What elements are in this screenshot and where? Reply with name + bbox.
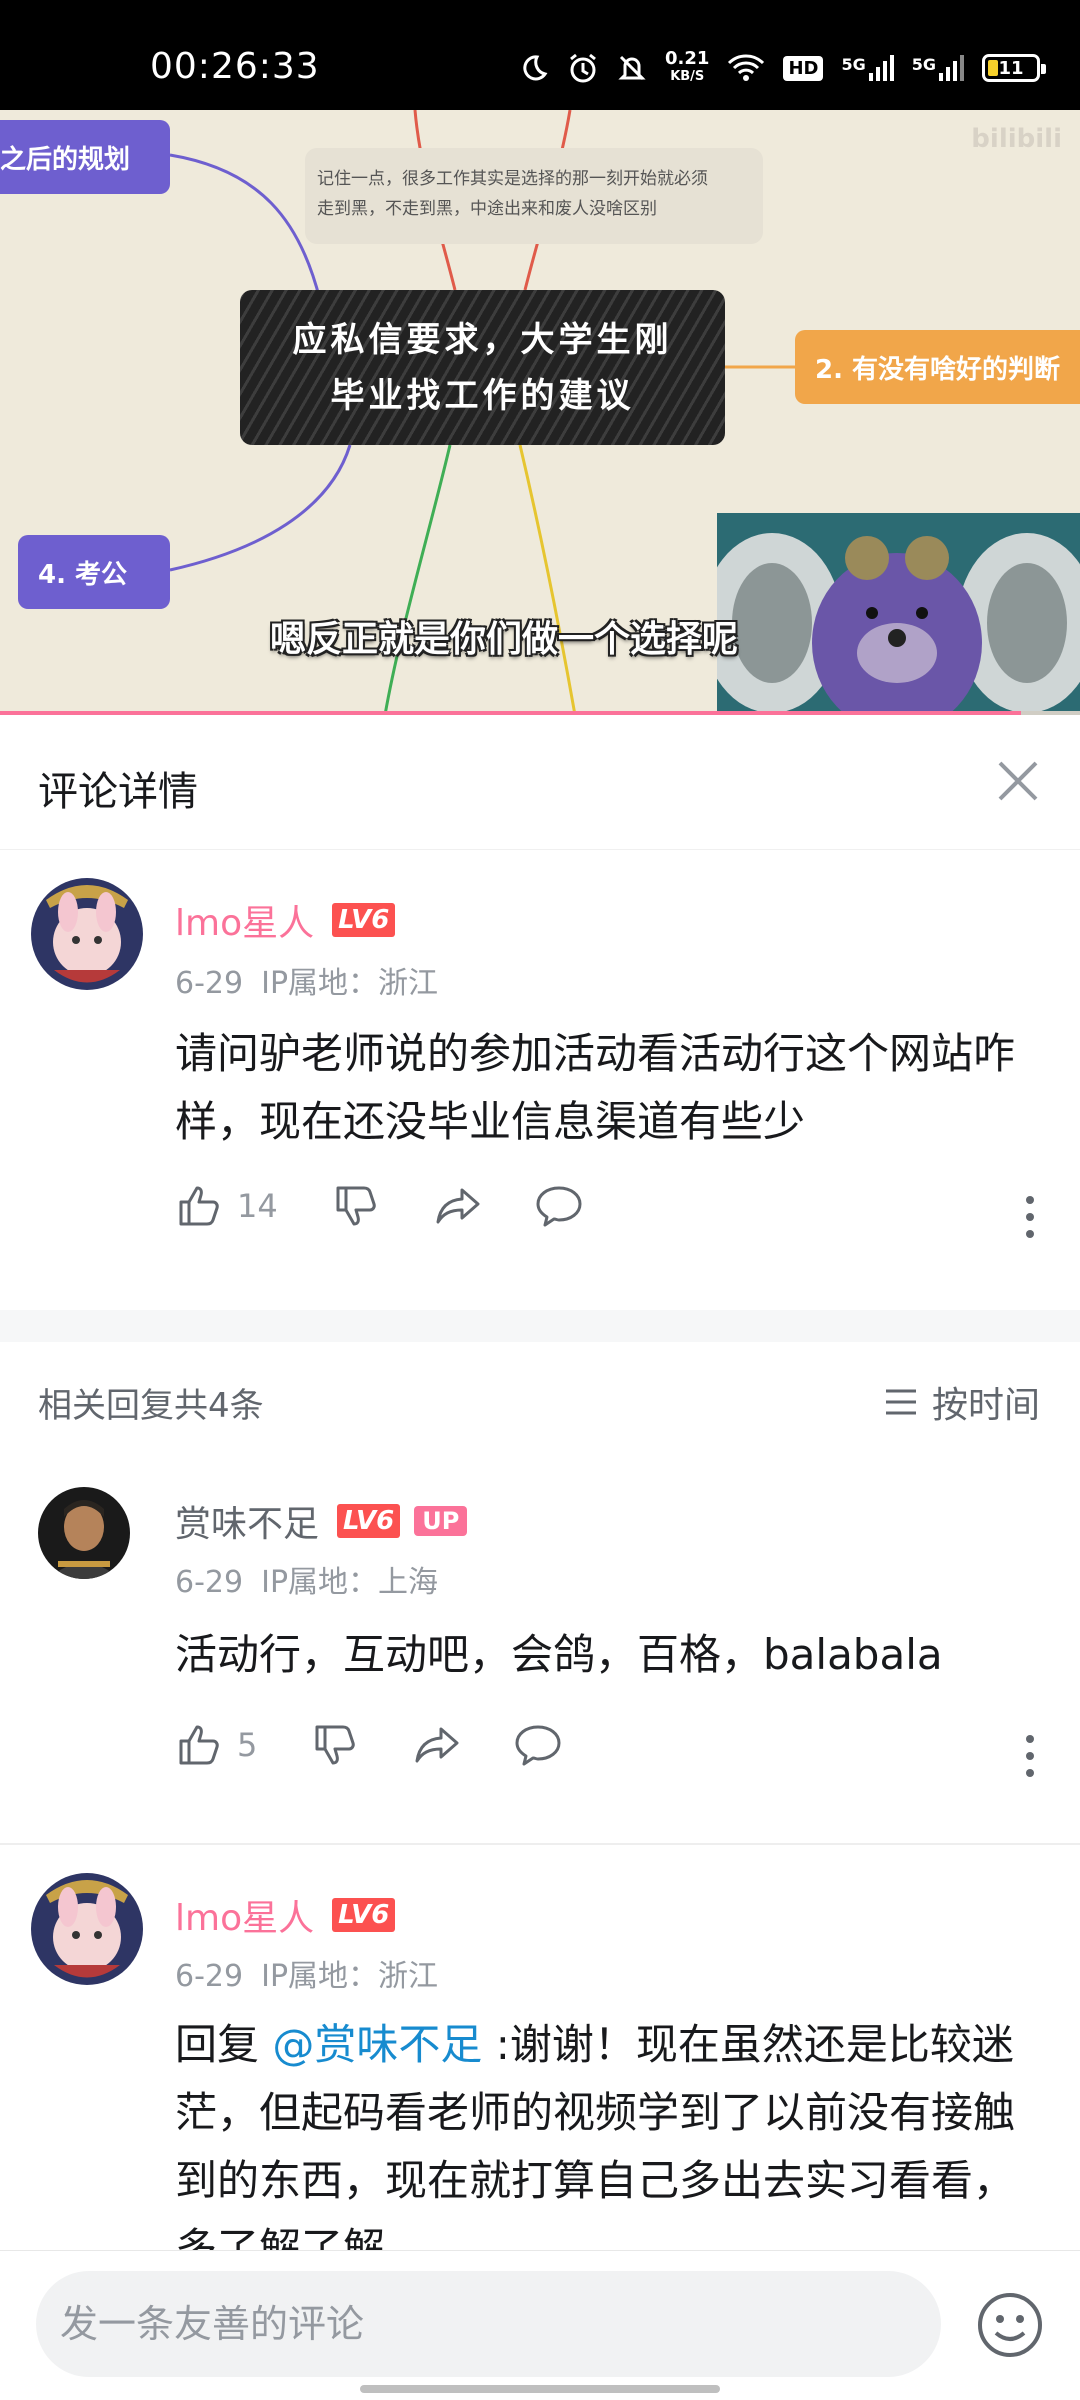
thumbs-up-icon	[179, 1725, 219, 1765]
video-subtitle: 嗯反正就是你们做一个选择呢	[270, 619, 739, 660]
reply-item: lmo星人 LV6 6-29 IP属地：浙江 回复 @赏味不足 :谢谢！现在虽然还…	[0, 1845, 1080, 2250]
reply-ip-location: IP属地：浙江	[261, 1959, 439, 1994]
reply-username[interactable]: 赏味不足 LV6 UP	[175, 1495, 468, 1547]
sim2-label: 5G	[911, 55, 936, 74]
net-speed-value: 0.21	[665, 48, 710, 69]
close-icon[interactable]	[988, 751, 1048, 811]
net-speed-unit: KB/S	[670, 69, 705, 84]
sort-lines-icon	[885, 1389, 916, 1415]
wifi-icon	[728, 54, 765, 81]
sort-button[interactable]: 按时间	[884, 1376, 1040, 1428]
battery-icon: 11	[982, 54, 1046, 82]
reply-content: 回复 @赏味不足 :谢谢！现在虽然还是比较迷茫，但起码看老师的视频学到了以前没有…	[175, 2011, 1045, 2250]
reply-meta: 6-29 IP属地：上海	[175, 1557, 438, 1601]
alarm-icon	[570, 53, 596, 83]
more-options-icon[interactable]	[1020, 1731, 1040, 1781]
home-indicator[interactable]	[360, 2385, 720, 2393]
username-text[interactable]: lmo星人	[175, 894, 314, 946]
reply-ip-location: IP属地：上海	[261, 1565, 439, 1600]
comment-content: 请问驴老师说的参加活动看活动行这个网站咋样，现在还没毕业信息渠道有些少	[175, 1029, 1016, 1146]
mindmap-note-line1: 记住一点，很多工作其实是选择的那一刻开始就必须	[317, 169, 708, 189]
comment-ip-location: IP属地：浙江	[261, 966, 439, 1001]
comment-input-bar: 发一条友善的评论	[0, 2250, 1080, 2400]
avatar[interactable]	[26, 1865, 148, 1987]
reply-icon[interactable]	[513, 1721, 563, 1769]
level-badge: LV6	[337, 1504, 401, 1538]
level-badge: LV6	[332, 903, 396, 937]
hd-badge: HD	[783, 55, 824, 81]
section-divider	[0, 1310, 1080, 1342]
thumbs-down-icon[interactable]	[311, 1721, 359, 1769]
video-player[interactable]: 记住一点，很多工作其实是选择的那一刻开始就必须 走到黑，不走到黑，中途出来和废人…	[0, 110, 1080, 715]
reply-meta: 6-29 IP属地：浙江	[175, 1951, 438, 1995]
status-icons: 0.21 KB/S HD 5G 5G 11	[519, 50, 1046, 86]
reply-date: 6-29	[175, 1959, 244, 1994]
reply-item: 赏味不足 LV6 UP 6-29 IP属地：上海 活动行，互动吧，会鸽，百格，ba…	[0, 1457, 1080, 1842]
comment-input[interactable]: 发一条友善的评论	[36, 2271, 941, 2377]
like-button[interactable]: 14	[175, 1182, 278, 1230]
page-title: 评论详情	[38, 769, 198, 815]
speaker-inset-image	[717, 513, 1080, 715]
mindmap-node-plan: 之后的规划	[0, 120, 170, 194]
username-text[interactable]: lmo星人	[175, 1889, 314, 1941]
signal-5g-1: 5G	[841, 55, 894, 81]
thumbs-up-icon	[179, 1186, 219, 1226]
emoji-icon[interactable]	[976, 2291, 1044, 2359]
reply-content: 活动行，互动吧，会鸽，百格，balabala	[175, 1630, 943, 1679]
sort-label: 按时间	[931, 1385, 1040, 1426]
moon-icon	[523, 55, 548, 81]
mindmap-node-judgement: 2. 有没有啥好的判断	[795, 330, 1080, 404]
reply-icon[interactable]	[534, 1182, 584, 1230]
share-icon[interactable]	[434, 1182, 484, 1230]
reply-date: 6-29	[175, 1565, 244, 1600]
sim1-label: 5G	[841, 55, 866, 74]
level-badge: LV6	[332, 1898, 396, 1932]
more-options-icon[interactable]	[1020, 1192, 1040, 1242]
comment-meta: 6-29 IP属地：浙江	[175, 958, 438, 1002]
reply-count: 相关回复共4条	[38, 1386, 264, 1426]
mindmap-center-node: 应私信要求，大学生刚 毕业找工作的建议	[240, 290, 725, 445]
like-button[interactable]: 5	[175, 1721, 257, 1769]
thumbs-down-icon[interactable]	[332, 1182, 380, 1230]
mindmap-center-line1: 应私信要求，大学生刚	[292, 319, 673, 360]
replies-header: 相关回复共4条 按时间	[0, 1342, 1080, 1457]
like-count: 5	[237, 1726, 258, 1764]
watermark-logo: bilibili	[971, 124, 1062, 154]
mindmap-note: 记住一点，很多工作其实是选择的那一刻开始就必须 走到黑，不走到黑，中途出来和废人…	[305, 148, 763, 244]
username-text[interactable]: 赏味不足	[175, 1495, 319, 1547]
net-speed: 0.21 KB/S	[665, 50, 709, 86]
share-icon[interactable]	[413, 1721, 463, 1769]
mention-link[interactable]: @赏味不足	[272, 2020, 482, 2069]
main-comment: lmo星人 LV6 6-29 IP属地：浙江 请问驴老师说的参加活动看活动行这个网…	[0, 850, 1080, 1310]
bear-megaphone-illustration	[717, 513, 1080, 715]
mindmap-center-line2: 毕业找工作的建议	[330, 375, 635, 416]
mute-bell-icon	[618, 55, 646, 81]
like-count: 14	[237, 1187, 278, 1225]
up-badge: UP	[414, 1506, 468, 1536]
avatar[interactable]	[38, 1487, 130, 1579]
signal-5g-2: 5G	[912, 55, 964, 81]
status-time: 00:26:33	[150, 46, 320, 87]
reply-actions: 5	[175, 1721, 563, 1769]
reply-prefix: 回复	[175, 2020, 273, 2069]
avatar[interactable]	[26, 870, 148, 992]
comment-username[interactable]: lmo星人 LV6	[175, 894, 396, 946]
mindmap-note-line2: 走到黑，不走到黑，中途出来和废人没啥区别	[317, 199, 657, 219]
battery-level: 11	[998, 57, 1024, 79]
comment-date: 6-29	[175, 966, 244, 1001]
comment-detail-header: 评论详情	[0, 715, 1080, 850]
reply-username[interactable]: lmo星人 LV6	[175, 1889, 396, 1941]
status-bar: 00:26:33 0.21 KB/S HD 5G 5G 11	[0, 0, 1080, 110]
comment-actions: 14	[175, 1182, 584, 1230]
mindmap-node-civil-exam: 4. 考公	[18, 535, 170, 609]
